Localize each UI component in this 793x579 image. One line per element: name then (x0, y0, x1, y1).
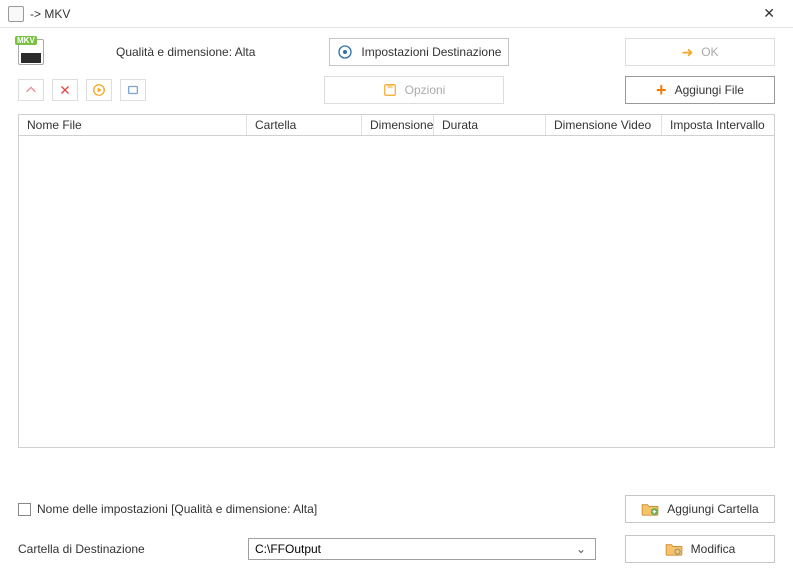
ok-label: OK (701, 45, 718, 59)
toolbar-row-1: MKV Qualità e dimensione: Alta Impostazi… (0, 28, 793, 72)
mkv-format-icon: MKV (18, 39, 44, 65)
column-filename[interactable]: Nome File (19, 115, 247, 135)
titlebar: -> MKV ✕ (0, 0, 793, 28)
options-button[interactable]: Opzioni (324, 76, 504, 104)
up-icon (24, 83, 38, 97)
target-gear-icon (337, 44, 353, 60)
save-icon (383, 83, 397, 97)
play-icon (92, 83, 106, 97)
quality-label: Qualità e dimensione: Alta (116, 45, 255, 59)
settings-name-row: Nome delle impostazioni [Qualità e dimen… (18, 495, 775, 523)
destination-folder-label: Cartella di Destinazione (18, 542, 248, 556)
options-label: Opzioni (405, 83, 446, 97)
close-icon[interactable]: ✕ (753, 1, 785, 26)
modify-button[interactable]: Modifica (625, 535, 775, 563)
bottom-panel: Nome delle impostazioni [Qualità e dimen… (18, 495, 775, 563)
rect-icon (126, 83, 140, 97)
table-body-empty[interactable] (18, 136, 775, 448)
column-duration[interactable]: Durata (434, 115, 546, 135)
settings-name-label: Nome delle impostazioni [Qualità e dimen… (37, 502, 317, 516)
chevron-down-icon: ⌄ (573, 542, 589, 556)
play-button[interactable] (86, 79, 112, 101)
arrow-right-icon: ➜ (681, 44, 693, 61)
column-set-interval[interactable]: Imposta Intervallo (662, 115, 774, 135)
add-file-button[interactable]: + Aggiungi File (625, 76, 775, 104)
table-header: Nome File Cartella Dimensione Durata Dim… (18, 114, 775, 136)
modify-label: Modifica (691, 542, 736, 556)
destination-settings-label: Impostazioni Destinazione (361, 45, 501, 59)
add-file-label: Aggiungi File (675, 83, 744, 97)
app-icon (8, 6, 24, 22)
ok-button[interactable]: ➜ OK (625, 38, 775, 66)
add-folder-button[interactable]: Aggiungi Cartella (625, 495, 775, 523)
file-table: Nome File Cartella Dimensione Durata Dim… (18, 114, 775, 448)
info-button[interactable] (120, 79, 146, 101)
destination-folder-select[interactable]: C:\FFOutput ⌄ (248, 538, 596, 560)
move-up-button[interactable] (18, 79, 44, 101)
remove-button[interactable] (52, 79, 78, 101)
add-folder-label: Aggiungi Cartella (667, 502, 758, 516)
column-video-size[interactable]: Dimensione Video (546, 115, 662, 135)
destination-settings-button[interactable]: Impostazioni Destinazione (329, 38, 509, 66)
x-icon (58, 83, 72, 97)
destination-folder-row: Cartella di Destinazione C:\FFOutput ⌄ M… (18, 535, 775, 563)
toolbar-row-2: Opzioni + Aggiungi File (0, 72, 793, 114)
folder-gear-icon (665, 542, 683, 556)
folder-add-icon (641, 502, 659, 516)
column-folder[interactable]: Cartella (247, 115, 362, 135)
settings-name-checkbox[interactable] (18, 503, 31, 516)
window-title: -> MKV (30, 7, 70, 21)
plus-icon: + (656, 81, 667, 99)
column-size[interactable]: Dimensione (362, 115, 434, 135)
icon-toolbar (18, 79, 146, 101)
destination-folder-value: C:\FFOutput (255, 542, 321, 556)
